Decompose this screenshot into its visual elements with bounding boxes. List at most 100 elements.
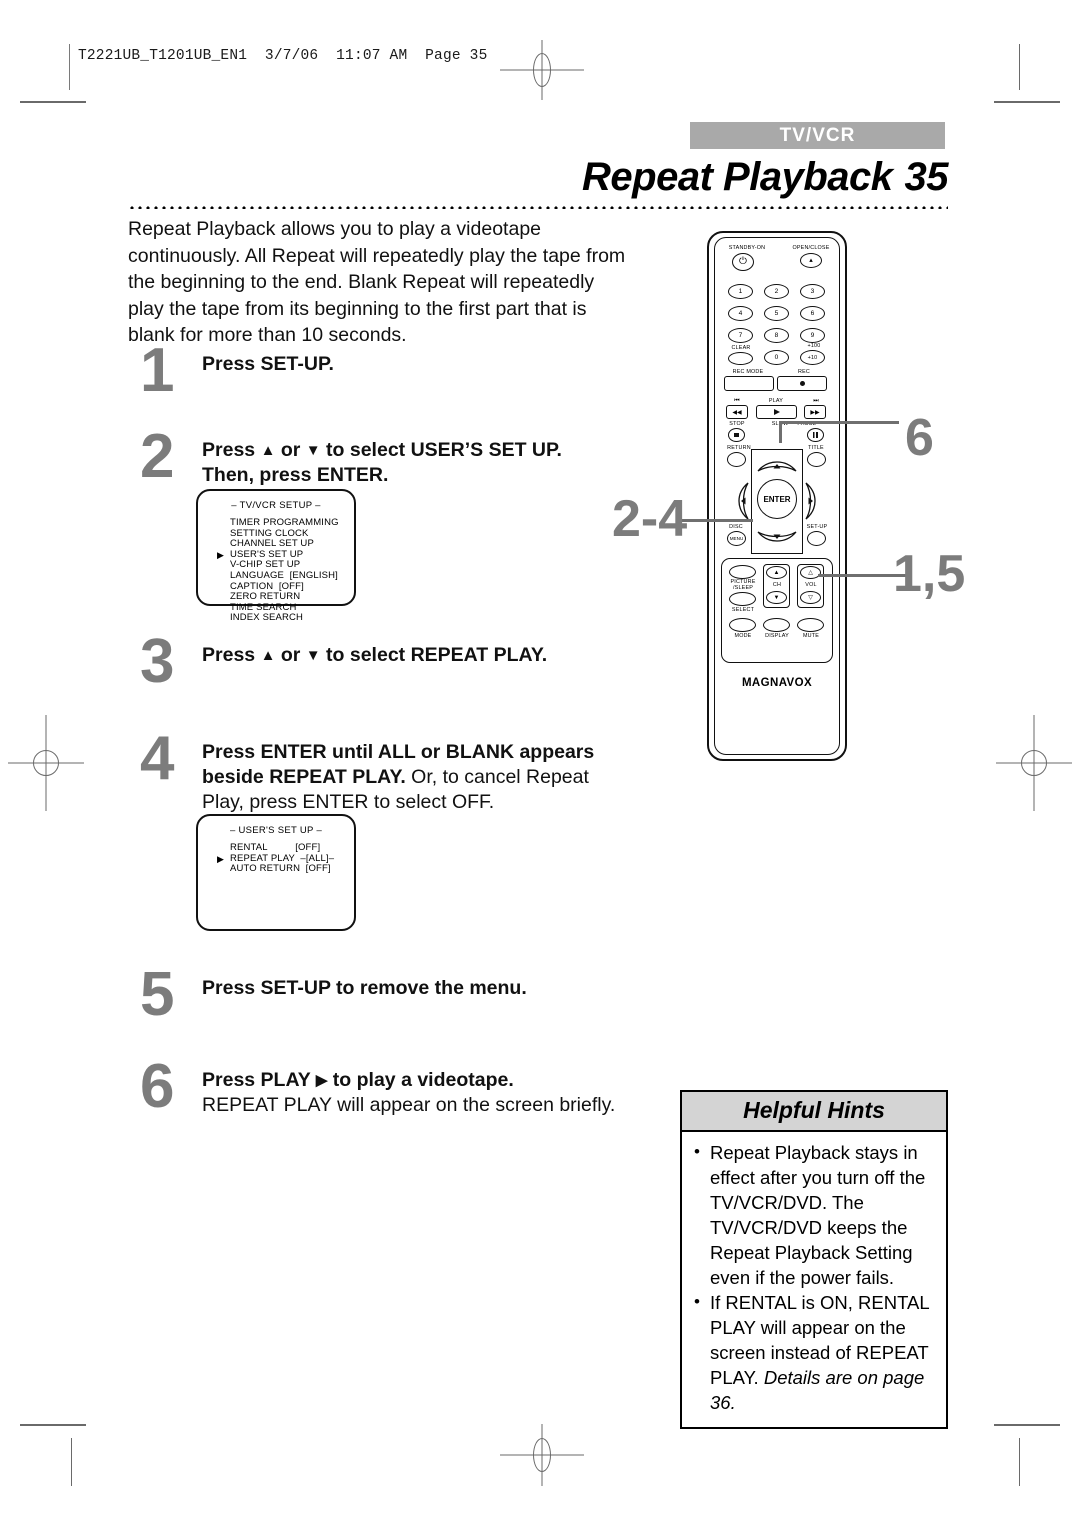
vol-label: VOL	[805, 582, 817, 588]
key-7[interactable]: 7	[728, 328, 753, 343]
return-button[interactable]	[727, 452, 746, 467]
step-5-text: Press SET-UP to remove the menu.	[202, 977, 527, 999]
step-2-number: 2	[140, 422, 175, 491]
display-button[interactable]	[763, 618, 790, 632]
helpful-hints-heading: Helpful Hints	[682, 1092, 946, 1132]
callout-6-leader-h	[779, 421, 899, 424]
osd-menu-item-label: TIME SEARCH	[230, 601, 297, 613]
channel-up-icon: ▲	[773, 569, 780, 576]
key-4[interactable]: 4	[728, 306, 753, 321]
channel-up-button[interactable]: ▲	[766, 566, 787, 579]
key-1[interactable]: 1	[728, 284, 753, 299]
stop-button[interactable]	[728, 428, 745, 442]
set-up-button[interactable]	[807, 531, 826, 546]
osd-tvvcr-setup: – TV/VCR SETUP – TIMER PROGRAMMING SETTIN…	[196, 489, 356, 623]
play-icon	[773, 409, 780, 415]
callout-2-4-leader	[678, 519, 753, 522]
mute-button[interactable]	[797, 618, 824, 632]
step-6-number: 6	[140, 1052, 175, 1121]
step-4-text: Press ENTER until ALL or BLANK appears b…	[202, 741, 595, 813]
standby-on-button[interactable]: ⏻	[732, 253, 754, 271]
bullet-icon: •	[694, 1142, 700, 1161]
nav-up-button[interactable]	[756, 453, 798, 473]
nav-down-button[interactable]	[756, 530, 798, 550]
enter-button[interactable]: ENTER	[757, 479, 797, 519]
disc-menu-button[interactable]: MENU	[727, 531, 746, 546]
volume-down-button[interactable]: ▽	[800, 591, 821, 604]
rewind-button[interactable]: ◀◀	[726, 405, 748, 419]
osd-menu-item-label: AUTO RETURN [OFF]	[230, 863, 331, 875]
callout-6-leader-v	[779, 421, 782, 443]
clear-label: CLEAR	[731, 345, 751, 351]
rec-button[interactable]	[777, 376, 827, 391]
key-4-label: 4	[738, 310, 743, 317]
volume-up-button[interactable]: △	[800, 566, 821, 579]
picture-sleep-label: PICTURE/SLEEP	[730, 579, 756, 591]
volume-down-icon: ▽	[808, 595, 813, 601]
key-0[interactable]: 0	[764, 350, 789, 365]
picture-sleep-button[interactable]	[729, 565, 756, 579]
fast-forward-button[interactable]: ▶▶	[804, 405, 826, 419]
skip-fwd-label: ⏭	[813, 398, 819, 404]
select-button[interactable]	[729, 592, 756, 606]
osd-cursor-icon: ▶	[217, 549, 225, 560]
key-2[interactable]: 2	[764, 284, 789, 299]
step-2-text: Press ▲ or ▼ to select USER’S SET UP. The…	[202, 439, 562, 486]
step-3-number: 3	[140, 627, 175, 696]
osd-menu-item-label: INDEX SEARCH	[230, 612, 304, 624]
volume-up-icon: △	[808, 570, 813, 576]
osd-users-set-up-list: RENTAL [OFF] ▶ REPEAT PLAY –[ALL]– AUTO RET…	[198, 842, 354, 875]
key-6[interactable]: 6	[800, 306, 825, 321]
play-label: PLAY	[768, 398, 784, 404]
nav-right-button[interactable]	[804, 481, 824, 521]
play-button[interactable]	[756, 405, 797, 419]
trim-rule-bottom-left	[71, 1438, 72, 1486]
title-button[interactable]	[807, 452, 826, 467]
osd-menu-item-label: CHANNEL SET UP	[230, 538, 314, 550]
enter-button-label: ENTER	[763, 494, 791, 504]
mode-button[interactable]	[729, 618, 756, 632]
osd-menu-item-label: LANGUAGE [ENGLISH]	[230, 569, 338, 581]
callout-6: 6	[905, 409, 934, 467]
plus10-button[interactable]: +10	[800, 350, 825, 365]
osd-tvvcr-setup-list: TIMER PROGRAMMING SETTING CLOCK CHANNEL SE…	[198, 517, 354, 624]
channel-down-button[interactable]: ▼	[766, 591, 787, 604]
osd-menu-item-label: USER'S SET UP	[230, 548, 304, 560]
step-6-text: Press PLAY ▶ to play a videotape. REPEAT …	[202, 1069, 616, 1116]
helpful-hints-body: • Repeat Playback stays in effect after y…	[682, 1132, 946, 1427]
key-1-label: 1	[738, 288, 743, 295]
osd-menu-item[interactable]: INDEX SEARCH	[230, 613, 354, 624]
key-0-label: 0	[774, 354, 779, 361]
manual-page: T2221UB_T1201UB_EN1 3/7/06 11:07 AM Page…	[0, 0, 1080, 1528]
key-5[interactable]: 5	[764, 306, 789, 321]
key-8-label: 8	[774, 332, 779, 339]
callout-2-4: 2-4	[612, 490, 688, 548]
fast-forward-icon: ▶▶	[810, 409, 820, 416]
key-5-label: 5	[774, 310, 779, 317]
key-3[interactable]: 3	[800, 284, 825, 299]
key-9[interactable]: 9	[800, 328, 825, 343]
rec-mode-button[interactable]	[724, 376, 774, 391]
step-1-number: 1	[140, 336, 175, 405]
step-4-number: 4	[140, 724, 175, 793]
pause-button[interactable]	[807, 428, 824, 442]
registration-mark-right	[996, 715, 1072, 811]
key-8[interactable]: 8	[764, 328, 789, 343]
osd-menu-item[interactable]: AUTO RETURN [OFF]	[230, 863, 354, 875]
rec-mode-label: REC MODE	[732, 369, 764, 375]
stop-label: STOP	[729, 421, 745, 427]
remote-brand-label: MAGNAVOX	[741, 677, 813, 689]
osd-menu-item-label: V-CHIP SET UP	[230, 559, 301, 571]
title-dotted-rule	[128, 203, 948, 209]
key-3-label: 3	[810, 288, 815, 295]
clear-button[interactable]	[728, 352, 753, 365]
key-9-label: 9	[810, 332, 815, 339]
nav-left-button[interactable]	[730, 481, 750, 521]
trim-rule-top-right	[1019, 44, 1020, 90]
open-close-button[interactable]: ▴	[800, 253, 822, 268]
step-1-text: Press SET-UP.	[202, 353, 334, 375]
disc-label: DISC	[729, 524, 743, 530]
helpful-hints-box: Helpful Hints • Repeat Playback stays in …	[680, 1090, 948, 1429]
display-label: DISPLAY	[765, 633, 789, 639]
section-tab-tvvcr: TV/VCR	[690, 122, 945, 149]
